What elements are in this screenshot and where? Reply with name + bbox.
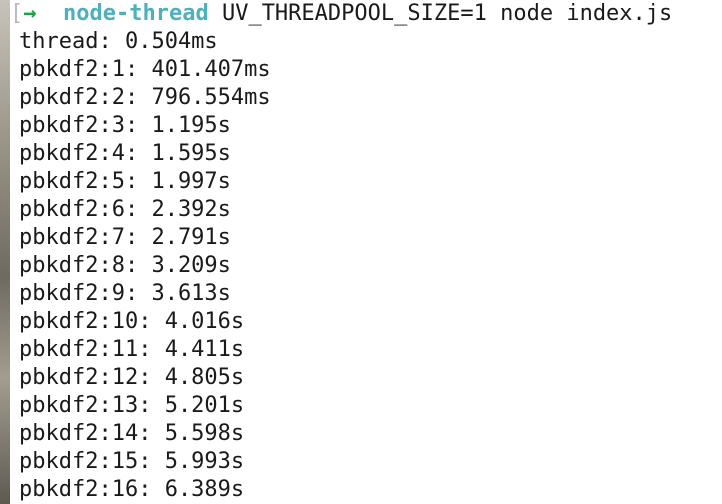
output-line: pbkdf2:1: 401.407ms [19, 57, 271, 82]
output-line: pbkdf2:5: 1.997s [19, 169, 231, 194]
output-line: pbkdf2:14: 5.598s [19, 421, 245, 446]
output-line: pbkdf2:7: 2.791s [19, 225, 231, 250]
output-line: pbkdf2:10: 4.016s [19, 309, 245, 334]
prompt-line: [→ node-thread UV_THREADPOOL_SIZE=1 node… [10, 0, 672, 28]
output-line: pbkdf2:6: 2.392s [19, 197, 231, 222]
output-line: pbkdf2:15: 5.993s [19, 449, 245, 474]
output-line: pbkdf2:13: 5.201s [19, 393, 245, 418]
output-line: pbkdf2:3: 1.195s [19, 113, 231, 138]
prompt-arrow-icon: → [23, 1, 37, 26]
output-line: pbkdf2:2: 796.554ms [19, 85, 271, 110]
command-text: UV_THREADPOOL_SIZE=1 node index.js [221, 1, 673, 26]
output-line: pbkdf2:12: 4.805s [19, 365, 245, 390]
output-line: pbkdf2:16: 6.389s [19, 477, 245, 502]
output-line: pbkdf2:11: 4.411s [19, 337, 245, 362]
terminal-window[interactable]: [→ node-thread UV_THREADPOOL_SIZE=1 node… [10, 0, 722, 504]
prompt-bracket: [ [10, 1, 24, 26]
current-directory: node-thread [63, 1, 209, 26]
background-window-edge [0, 0, 10, 504]
output-line: pbkdf2:8: 3.209s [19, 253, 231, 278]
output-line: thread: 0.504ms [19, 29, 218, 54]
output-line: pbkdf2:9: 3.613s [19, 281, 231, 306]
output-line: pbkdf2:4: 1.595s [19, 141, 231, 166]
